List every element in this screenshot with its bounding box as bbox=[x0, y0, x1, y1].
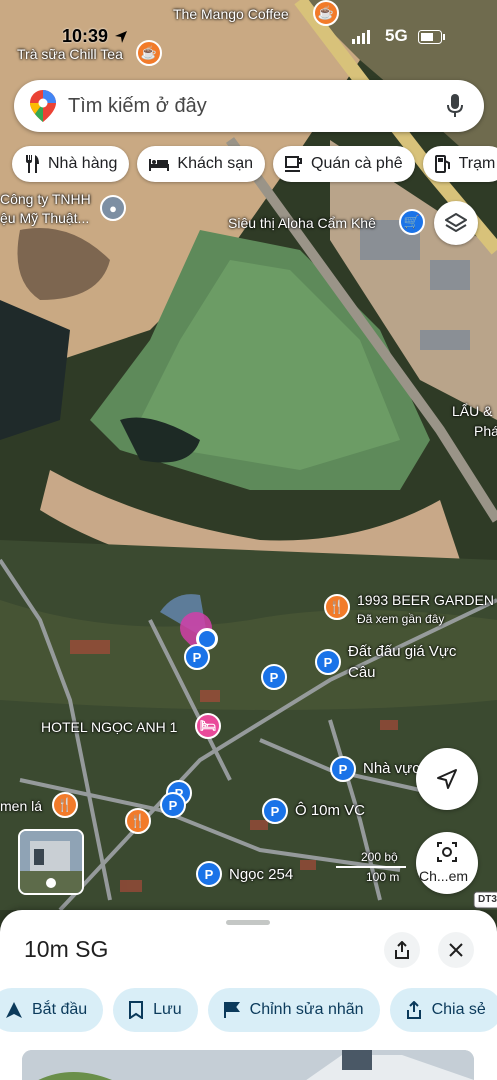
fuel-icon bbox=[434, 155, 450, 173]
battery-icon bbox=[418, 30, 445, 44]
chip-fuel[interactable]: Trạm bbox=[422, 146, 497, 182]
search-input[interactable]: Tìm kiếm ở đây bbox=[68, 95, 446, 118]
coffee-icon bbox=[285, 156, 302, 172]
chip-label: Khách sạn bbox=[177, 155, 253, 172]
place-photo[interactable] bbox=[22, 1050, 474, 1080]
map-label-dat-dau[interactable]: Đất đấu giá Vực bbox=[348, 643, 456, 660]
map-label-lau[interactable]: LẨU & bbox=[452, 403, 492, 419]
cart-pin-icon[interactable]: 🛒 bbox=[399, 209, 425, 235]
share-icon bbox=[395, 941, 409, 959]
hotel-pin-icon[interactable]: 🛏 bbox=[195, 713, 221, 739]
map-label-ngoc-254[interactable]: Ngọc 254 bbox=[229, 866, 293, 883]
share-action-button[interactable]: Chia sẻ bbox=[389, 988, 497, 1032]
close-icon bbox=[449, 943, 463, 957]
lens-label: Ch...em bbox=[419, 868, 469, 884]
chip-label: Nhà hàng bbox=[48, 155, 118, 172]
map-label-o-10m[interactable]: Ô 10m VC bbox=[295, 802, 365, 819]
place-bottom-sheet[interactable]: 10m SG Bắt đầu Lưu Chỉnh sửa nhãn Chia s… bbox=[0, 910, 497, 1080]
category-chips: Nhà hàng Khách sạn Quán cà phê Trạm bbox=[12, 146, 497, 184]
map-scale: 200 bộ 100 m bbox=[336, 850, 408, 884]
chip-label: Trạm bbox=[458, 155, 496, 172]
search-bar[interactable]: Tìm kiếm ở đây bbox=[14, 80, 484, 132]
status-time: 10:39 bbox=[62, 26, 109, 46]
map-label-aloha[interactable]: Siêu thị Aloha Cẩm Khê bbox=[228, 215, 376, 231]
share-button[interactable] bbox=[384, 932, 420, 968]
share-action-label: Chia sẻ bbox=[431, 1001, 486, 1018]
restaurant-pin-icon-2[interactable]: 🍴 bbox=[125, 808, 151, 834]
chip-cafe[interactable]: Quán cà phê bbox=[273, 146, 415, 182]
map-label-hotel[interactable]: HOTEL NGỌC ANH 1 bbox=[41, 719, 177, 735]
my-location-button[interactable] bbox=[416, 748, 478, 810]
edit-label-button[interactable]: Chỉnh sửa nhãn bbox=[207, 988, 380, 1032]
flag-icon bbox=[223, 1002, 240, 1018]
beer-pin-icon[interactable]: 🍴 bbox=[324, 594, 350, 620]
network-label: 5G bbox=[385, 26, 408, 45]
fork-knife-icon bbox=[26, 155, 39, 173]
place-photo-image bbox=[22, 1050, 474, 1080]
close-button[interactable] bbox=[438, 932, 474, 968]
place-pin-icon[interactable]: ● bbox=[100, 195, 126, 221]
parking-pin-icon-6[interactable]: P bbox=[160, 792, 186, 818]
action-buttons: Bắt đầu Lưu Chỉnh sửa nhãn Chia sẻ bbox=[0, 988, 497, 1032]
status-bar: 10:39 5G bbox=[0, 22, 497, 52]
navigate-icon bbox=[6, 1002, 22, 1018]
restaurant-pin-icon[interactable]: 🍴 bbox=[52, 792, 78, 818]
parking-pin-icon-7[interactable]: P bbox=[262, 798, 288, 824]
map-label-beer-garden[interactable]: 1993 BEER GARDEN bbox=[357, 592, 494, 608]
lens-button[interactable]: Ch...em bbox=[416, 832, 478, 894]
parking-pin-icon-3[interactable]: P bbox=[261, 664, 287, 690]
chip-restaurant[interactable]: Nhà hàng bbox=[12, 146, 130, 182]
map-label-nha-vuc[interactable]: Nhà vực bbox=[363, 760, 420, 777]
camera-lens-icon bbox=[437, 842, 457, 862]
save-label: Lưu bbox=[153, 1001, 182, 1018]
scale-m-label: 100 m bbox=[366, 870, 400, 884]
layers-icon bbox=[445, 213, 467, 232]
share-icon bbox=[406, 1001, 421, 1019]
chip-label: Quán cà phê bbox=[311, 155, 403, 172]
navigation-arrow-icon bbox=[437, 769, 457, 789]
parking-pin-icon-2[interactable]: P bbox=[184, 644, 210, 670]
map-label-beer-sub: Đã xem gần đây bbox=[357, 612, 445, 626]
location-arrow-icon bbox=[115, 31, 127, 43]
save-button[interactable]: Lưu bbox=[113, 988, 198, 1032]
map-label-cong-ty-2[interactable]: ệu Mỹ Thuật... bbox=[0, 210, 89, 226]
edit-label-text: Chỉnh sửa nhãn bbox=[249, 1001, 364, 1018]
scale-ft-label: 200 bộ bbox=[361, 850, 398, 864]
map-label-lau-2[interactable]: Phá bbox=[474, 423, 497, 439]
bed-icon bbox=[149, 159, 170, 171]
scale-bar bbox=[336, 866, 406, 868]
map-label-men-la[interactable]: men lá bbox=[0, 798, 42, 814]
road-shield-label: DT3 bbox=[478, 894, 497, 905]
bookmark-icon bbox=[129, 1001, 144, 1019]
place-title: 10m SG bbox=[24, 936, 109, 962]
layers-button[interactable] bbox=[434, 201, 478, 245]
microphone-icon[interactable] bbox=[446, 93, 464, 119]
street-view-thumbnail[interactable] bbox=[18, 829, 84, 895]
chip-hotel[interactable]: Khách sạn bbox=[137, 146, 265, 182]
drag-handle[interactable] bbox=[226, 920, 270, 925]
maps-logo-icon bbox=[30, 90, 56, 122]
parking-pin-icon[interactable]: P bbox=[315, 649, 341, 675]
signal-icon bbox=[352, 30, 370, 44]
map-label-cong-ty[interactable]: Công ty TNHH bbox=[0, 191, 91, 207]
start-button[interactable]: Bắt đầu bbox=[0, 988, 104, 1032]
map-label-dat-dau-2[interactable]: Câu bbox=[348, 664, 376, 681]
parking-pin-icon-8[interactable]: P bbox=[196, 861, 222, 887]
map-label-mango-coffee[interactable]: The Mango Coffee bbox=[173, 6, 289, 22]
parking-pin-icon-4[interactable]: P bbox=[330, 756, 356, 782]
start-label: Bắt đầu bbox=[32, 1001, 88, 1018]
street-view-image bbox=[20, 831, 82, 893]
